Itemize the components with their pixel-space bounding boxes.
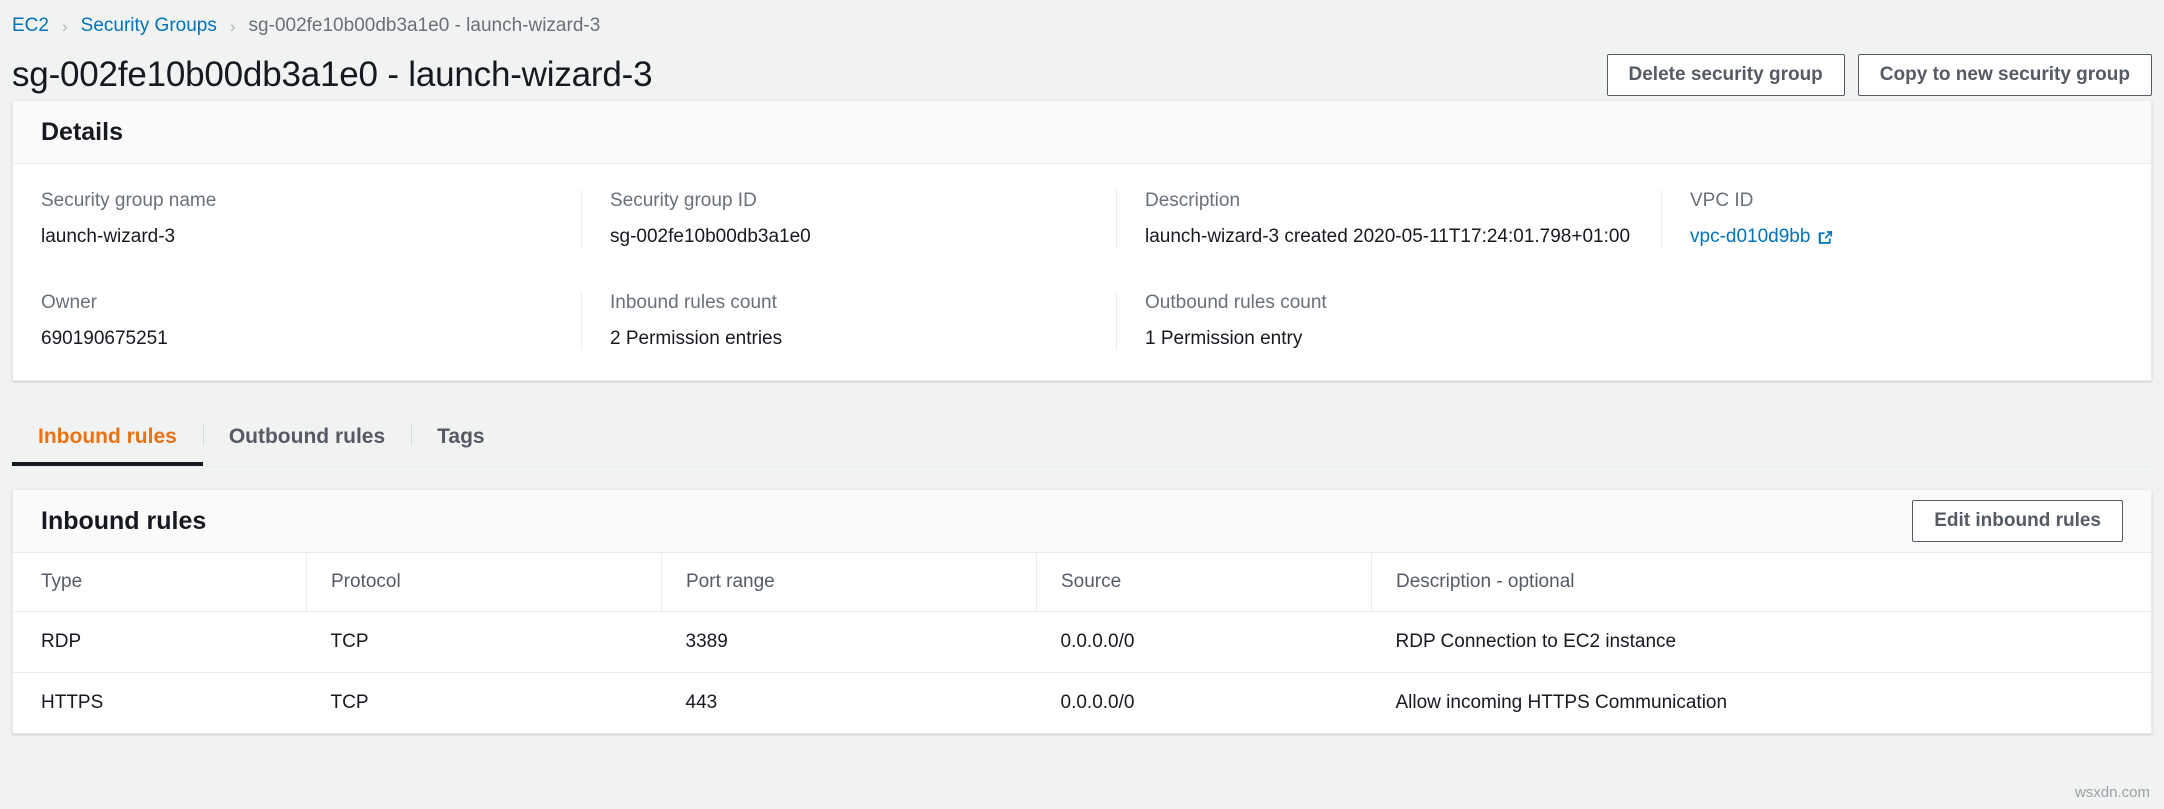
cell-protocol: TCP bbox=[307, 612, 662, 673]
detail-label: Description bbox=[1145, 190, 1637, 212]
column-header-protocol: Protocol bbox=[307, 553, 662, 612]
cell-description: RDP Connection to EC2 instance bbox=[1372, 612, 2152, 673]
detail-value: launch-wizard-3 created 2020-05-11T17:24… bbox=[1145, 226, 1637, 248]
detail-value: vpc-d010d9bb bbox=[1690, 226, 2117, 248]
tab-label: Outbound rules bbox=[229, 425, 385, 449]
cell-port-range: 443 bbox=[662, 673, 1037, 734]
detail-value: 1 Permission entry bbox=[1145, 328, 1637, 350]
cell-port-range: 3389 bbox=[662, 612, 1037, 673]
detail-vpc-id: VPC ID vpc-d010d9bb bbox=[1661, 190, 2141, 248]
detail-label: Outbound rules count bbox=[1145, 292, 1637, 314]
column-header-description: Description - optional bbox=[1372, 553, 2152, 612]
details-card: Details Security group name launch-wizar… bbox=[12, 100, 2152, 381]
page-title: sg-002fe10b00db3a1e0 - launch-wizard-3 bbox=[12, 55, 652, 95]
tab-label: Inbound rules bbox=[38, 425, 177, 449]
detail-value: 2 Permission entries bbox=[610, 328, 1092, 350]
tab-tags[interactable]: Tags bbox=[411, 411, 510, 466]
detail-label: Inbound rules count bbox=[610, 292, 1092, 314]
inbound-rules-card: Inbound rules Edit inbound rules Type Pr… bbox=[12, 489, 2152, 734]
breadcrumb-separator-icon: › bbox=[230, 18, 236, 35]
detail-value: launch-wizard-3 bbox=[41, 226, 557, 248]
detail-label: Security group name bbox=[41, 190, 557, 212]
delete-security-group-button[interactable]: Delete security group bbox=[1607, 54, 1845, 96]
tab-bar: Inbound rules Outbound rules Tags bbox=[12, 411, 2152, 467]
breadcrumb-separator-icon: › bbox=[62, 18, 68, 35]
detail-label: VPC ID bbox=[1690, 190, 2117, 212]
watermark: wsxdn.com bbox=[2075, 784, 2150, 801]
copy-to-new-security-group-button[interactable]: Copy to new security group bbox=[1858, 54, 2152, 96]
column-header-source: Source bbox=[1037, 553, 1372, 612]
details-row-1: Security group name launch-wizard-3 Secu… bbox=[41, 190, 2123, 248]
detail-description: Description launch-wizard-3 created 2020… bbox=[1116, 190, 1661, 248]
table-body: RDP TCP 3389 0.0.0.0/0 RDP Connection to… bbox=[13, 612, 2151, 734]
details-row-2: Owner 690190675251 Inbound rules count 2… bbox=[41, 292, 2123, 350]
detail-inbound-rules-count: Inbound rules count 2 Permission entries bbox=[581, 292, 1116, 350]
cell-source: 0.0.0.0/0 bbox=[1037, 612, 1372, 673]
column-header-port-range: Port range bbox=[662, 553, 1037, 612]
detail-value: 690190675251 bbox=[41, 328, 557, 350]
vpc-id-link-label: vpc-d010d9bb bbox=[1690, 226, 1810, 248]
details-card-header: Details bbox=[13, 101, 2151, 164]
detail-empty-cell bbox=[1661, 292, 2141, 350]
detail-label: Owner bbox=[41, 292, 557, 314]
detail-value: sg-002fe10b00db3a1e0 bbox=[610, 226, 1092, 248]
cell-type: RDP bbox=[13, 612, 307, 673]
breadcrumb-item-ec2[interactable]: EC2 bbox=[12, 15, 49, 37]
detail-outbound-rules-count: Outbound rules count 1 Permission entry bbox=[1116, 292, 1661, 350]
cell-type: HTTPS bbox=[13, 673, 307, 734]
edit-inbound-rules-button[interactable]: Edit inbound rules bbox=[1912, 500, 2123, 542]
cell-protocol: TCP bbox=[307, 673, 662, 734]
tab-outbound-rules[interactable]: Outbound rules bbox=[203, 411, 411, 466]
external-link-icon bbox=[1817, 229, 1834, 246]
detail-security-group-id: Security group ID sg-002fe10b00db3a1e0 bbox=[581, 190, 1116, 248]
detail-label: Security group ID bbox=[610, 190, 1092, 212]
column-header-type: Type bbox=[13, 553, 307, 612]
header-actions: Delete security group Copy to new securi… bbox=[1607, 54, 2152, 96]
vpc-id-link[interactable]: vpc-d010d9bb bbox=[1690, 226, 1834, 248]
detail-security-group-name: Security group name launch-wizard-3 bbox=[41, 190, 581, 248]
inbound-rules-table: Type Protocol Port range Source Descript… bbox=[13, 553, 2151, 733]
table-row[interactable]: HTTPS TCP 443 0.0.0.0/0 Allow incoming H… bbox=[13, 673, 2151, 734]
details-title: Details bbox=[41, 118, 123, 147]
table-header-row: Type Protocol Port range Source Descript… bbox=[13, 553, 2151, 612]
cell-description: Allow incoming HTTPS Communication bbox=[1372, 673, 2152, 734]
details-body: Security group name launch-wizard-3 Secu… bbox=[13, 164, 2151, 380]
cell-source: 0.0.0.0/0 bbox=[1037, 673, 1372, 734]
table-row[interactable]: RDP TCP 3389 0.0.0.0/0 RDP Connection to… bbox=[13, 612, 2151, 673]
breadcrumb: EC2 › Security Groups › sg-002fe10b00db3… bbox=[0, 0, 2164, 40]
tab-inbound-rules[interactable]: Inbound rules bbox=[12, 411, 203, 466]
page-header: sg-002fe10b00db3a1e0 - launch-wizard-3 D… bbox=[0, 40, 2164, 100]
breadcrumb-item-current: sg-002fe10b00db3a1e0 - launch-wizard-3 bbox=[249, 15, 601, 37]
tab-label: Tags bbox=[437, 425, 484, 449]
breadcrumb-item-security-groups[interactable]: Security Groups bbox=[81, 15, 217, 37]
table-head: Type Protocol Port range Source Descript… bbox=[13, 553, 2151, 612]
inbound-rules-card-header: Inbound rules Edit inbound rules bbox=[13, 490, 2151, 553]
inbound-rules-title: Inbound rules bbox=[41, 507, 206, 536]
detail-owner: Owner 690190675251 bbox=[41, 292, 581, 350]
